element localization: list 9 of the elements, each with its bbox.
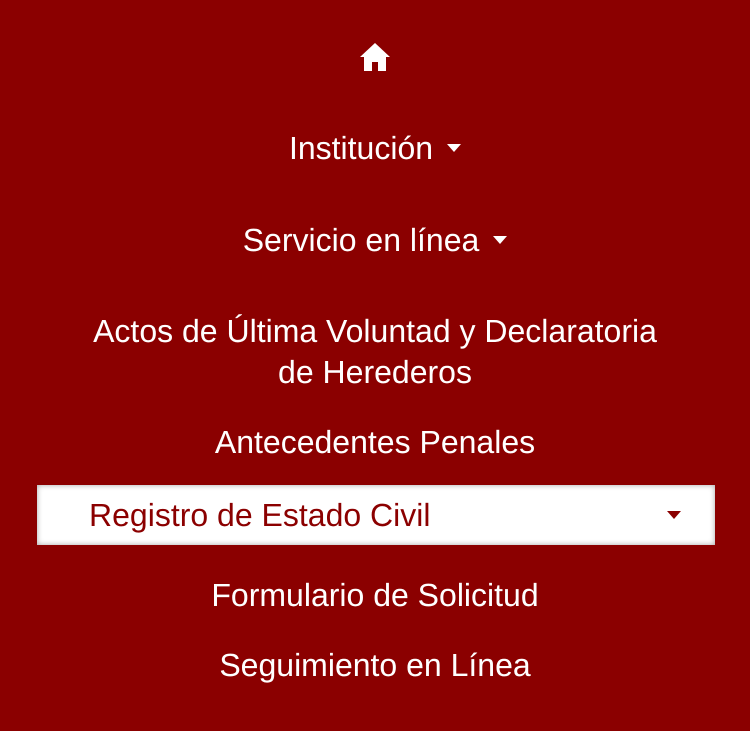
submenu-item[interactable]: Actos de Última Voluntad y Declaratoria de Herederos [75,296,675,408]
submenu-item[interactable]: Antecedentes Penales [214,408,536,478]
home-icon[interactable] [360,43,390,71]
submenu-item[interactable]: Formulario de Solicitud [211,560,539,630]
menu-item[interactable]: Servicio en línea [242,194,508,286]
selected-menu-item[interactable]: Registro de Estado Civil [37,484,715,544]
menu-item[interactable]: Institución [288,102,462,194]
submenu-item[interactable]: Seguimiento en Línea [219,630,531,700]
menu-item-label: Registro de Estado Civil [89,496,430,535]
